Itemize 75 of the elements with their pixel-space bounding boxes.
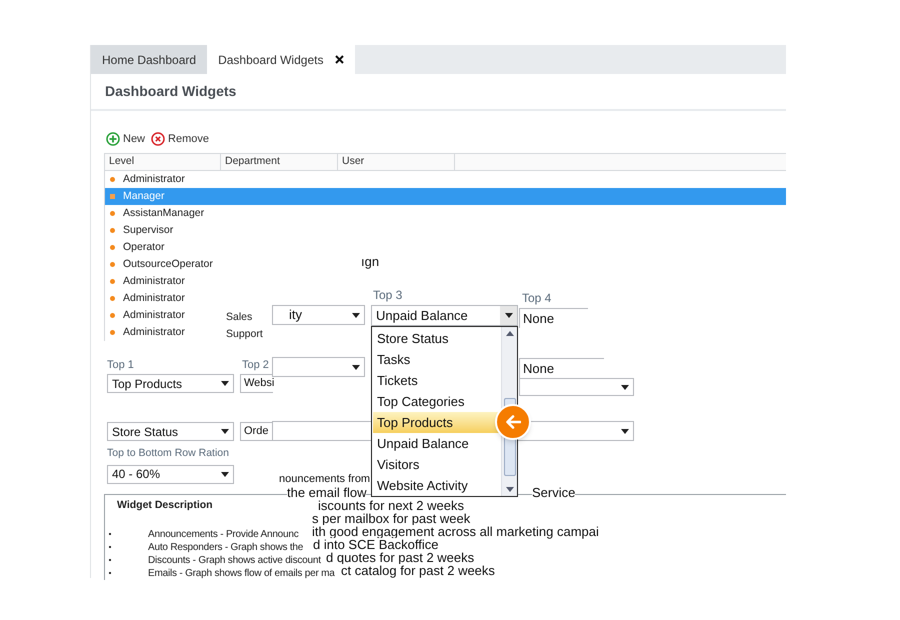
description-text: s per mailbox for past week	[312, 512, 470, 525]
description-text: Emails - Graph shows flow of emails per ma	[148, 566, 335, 580]
description-text: Service	[532, 486, 576, 499]
select-value: Store Status	[112, 424, 178, 440]
description-text: ct catalog for past 2 weeks	[341, 564, 495, 577]
panel-title: Widget Description	[117, 498, 213, 513]
dropdown-option[interactable]: Tasks	[373, 349, 501, 370]
field-label: Top 2	[242, 358, 269, 371]
dropdown-option[interactable]: Website Activity	[373, 475, 501, 496]
select-value: 40 - 60%	[112, 466, 160, 484]
dropdown-option[interactable]: Top Categories	[373, 391, 501, 412]
dropdown-option[interactable]: Top Products	[373, 412, 501, 433]
remove-button[interactable]: Remove	[151, 130, 209, 148]
dropdown-select[interactable]: Store Status	[107, 422, 234, 441]
page-title: Dashboard Widgets	[105, 82, 236, 101]
text-fragment: ıgn	[361, 253, 380, 271]
field-label: Top to Bottom Row Ration	[107, 446, 229, 461]
dropdown-select[interactable]: ity	[272, 305, 365, 325]
field-label: Top 3	[373, 287, 402, 304]
description-text: ith good engagement across all marketing campai	[312, 525, 599, 538]
level-cell-text: Manager	[123, 188, 164, 204]
column-header[interactable]: Department	[221, 154, 338, 170]
caret-icon	[221, 381, 229, 386]
close-icon[interactable]	[335, 55, 344, 64]
dropdown-select[interactable]: Websi	[240, 374, 273, 393]
level-cell-text: OutsourceOperator	[123, 256, 213, 272]
column-header[interactable]: User	[338, 154, 455, 170]
select-value: Unpaid Balance	[376, 306, 468, 325]
select-value: ity	[289, 306, 302, 324]
description-text: the email flow	[287, 486, 366, 499]
caret-icon	[621, 384, 629, 390]
select-value: Top Products	[112, 376, 182, 392]
new-button[interactable]: New	[106, 130, 146, 148]
left-arrow-icon	[505, 415, 521, 429]
scroll-up-icon[interactable]	[506, 331, 514, 336]
text-field[interactable]: None	[519, 358, 604, 378]
dropdown-select[interactable]: Top Products	[107, 374, 234, 393]
dropdown-option[interactable]: Visitors	[373, 454, 501, 475]
remove-icon	[151, 132, 166, 146]
level-cell-text: Administrator	[123, 324, 185, 340]
level-cell-text: Operator	[123, 240, 164, 255]
caret-icon	[621, 428, 629, 434]
dropdown-option[interactable]: Store Status	[373, 328, 501, 349]
description-text: Discounts - Graph shows active discount	[148, 554, 321, 568]
column-header[interactable]: Level	[105, 154, 221, 170]
level-cell-text: Administrator	[123, 308, 185, 323]
description-text: Announcements - Provide Announc	[148, 528, 299, 542]
field-label: Top 1	[107, 358, 135, 371]
tab[interactable]: Dashboard Widgets	[207, 45, 356, 74]
level-cell-text: Administrator	[123, 274, 185, 289]
caret-icon	[352, 364, 360, 370]
dropdown-select[interactable]: Unpaid Balance	[371, 305, 518, 326]
field-label: Top 4	[522, 290, 552, 307]
caret-icon	[352, 312, 360, 318]
description-text: d into SCE Backoffice	[313, 538, 438, 551]
level-cell-text: Supervisor	[123, 222, 174, 238]
caret-icon	[221, 472, 229, 477]
caret-icon	[221, 429, 229, 434]
dropdown-select[interactable]: Orde	[240, 422, 273, 441]
dropdown-select[interactable]: 40 - 60%	[107, 464, 234, 484]
dropdown-option[interactable]: Tickets	[373, 370, 501, 391]
department-cell: Sales	[226, 310, 252, 322]
tab[interactable]: Home Dashboard	[91, 45, 208, 74]
description-text: d quotes for past 2 weeks	[326, 551, 474, 564]
department-cell: Support	[226, 328, 263, 340]
level-cell-text: Administrator	[123, 290, 185, 306]
dropdown-option[interactable]: Unpaid Balance	[373, 433, 501, 454]
description-text: Auto Responders - Graph shows the	[148, 540, 304, 554]
caret-icon	[504, 313, 512, 318]
level-cell-text: Administrator	[123, 172, 185, 187]
description-text: iscounts for next 2 weeks	[318, 499, 464, 512]
text-field[interactable]: None	[519, 308, 588, 328]
level-cell-text: AssistanManager	[123, 206, 204, 221]
scroll-down-icon[interactable]	[506, 487, 514, 492]
add-icon	[106, 132, 120, 146]
